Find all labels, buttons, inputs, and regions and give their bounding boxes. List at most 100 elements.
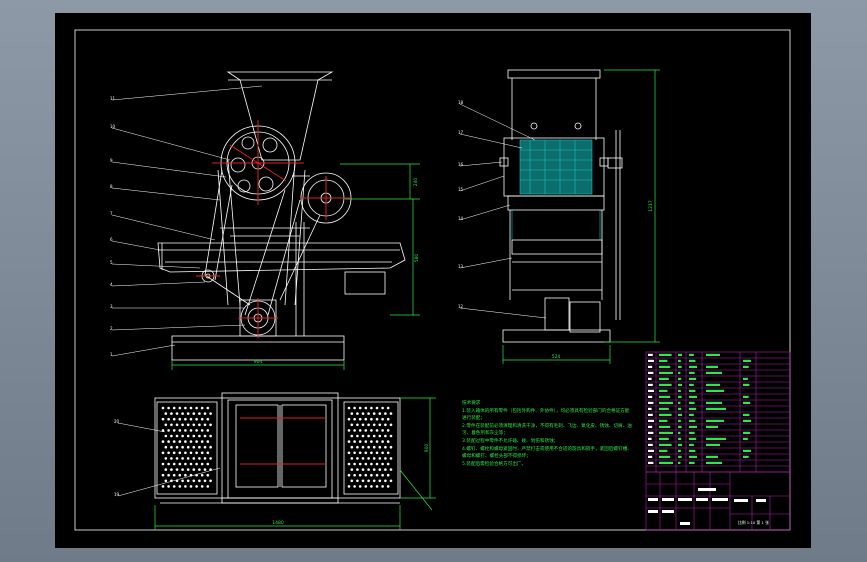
perforation-hole xyxy=(361,457,365,460)
parts-list-entry xyxy=(659,359,668,362)
perforation-hole xyxy=(389,457,393,460)
perforation-hole xyxy=(172,429,176,432)
perforation-hole xyxy=(178,485,182,488)
side-view-dim-text: 1217 524 xyxy=(552,200,654,360)
parts-list-entry xyxy=(689,443,694,446)
perforation-hole xyxy=(358,473,362,477)
perforation-hole xyxy=(164,423,168,427)
parts-list-entry xyxy=(648,437,652,440)
perforation-hole xyxy=(195,440,198,443)
parts-list-entry xyxy=(678,401,681,404)
perforation-hole xyxy=(192,445,196,449)
perforation-hole xyxy=(356,412,359,415)
perforation-hole xyxy=(167,417,170,421)
perforation-hole xyxy=(347,417,351,421)
perforation-hole xyxy=(178,473,182,477)
perforation-hole xyxy=(381,451,384,455)
side-label-18: 18 xyxy=(458,100,464,105)
perforation-hole xyxy=(206,417,210,421)
perforation-hole xyxy=(370,440,373,443)
parts-list-entry xyxy=(706,383,720,386)
perforation-hole xyxy=(372,445,376,449)
perforation-hole xyxy=(381,417,384,421)
parts-list-entry xyxy=(648,449,654,452)
parts-list-entry xyxy=(706,455,718,458)
perforation-hole xyxy=(181,423,184,427)
perforation-hole xyxy=(353,406,356,410)
perforation-hole xyxy=(361,479,365,483)
note-1: 1.装入箱体的所有零件（包括外购件、外协件），均必须具有检验部门的合格证方能进行… xyxy=(462,408,630,422)
perforation-hole xyxy=(375,485,379,488)
parts-list-entry xyxy=(743,449,751,452)
perforation-hole xyxy=(347,429,351,432)
perforation-hole xyxy=(161,440,165,443)
note-2: 2.零件在装配前必须清理和清洗干净，不得有毛刺、飞边、氧化皮、锈蚀、切屑、油污、… xyxy=(462,423,632,437)
perforation-hole xyxy=(184,417,187,421)
perforation-hole xyxy=(350,434,354,438)
perforation-hole xyxy=(178,440,182,443)
perforation-hole xyxy=(372,457,376,460)
perforation-hole xyxy=(358,440,362,443)
parts-list-entry xyxy=(689,431,695,434)
perforation-hole xyxy=(189,451,193,455)
parts-list-entry xyxy=(648,461,654,464)
perforation-hole xyxy=(375,429,379,432)
perforation-hole xyxy=(353,429,356,432)
perforation-hole xyxy=(367,445,370,449)
perforation-hole xyxy=(164,457,168,460)
perforation-hole xyxy=(378,457,382,460)
parts-list-entry xyxy=(689,425,697,428)
parts-list-entry xyxy=(659,431,673,434)
perforation-hole xyxy=(206,462,210,466)
perforation-hole xyxy=(356,457,359,460)
side-view-hatch xyxy=(511,139,601,240)
perforation-hole xyxy=(206,440,210,443)
parts-list-entry xyxy=(706,407,726,410)
parts-list-entry xyxy=(648,419,654,422)
parts-list-entry xyxy=(648,401,654,404)
perforation-hole xyxy=(206,429,210,432)
perforation-hole xyxy=(200,440,204,443)
perforation-hole xyxy=(206,473,210,477)
perforation-hole xyxy=(189,417,193,421)
perforation-hole xyxy=(347,451,351,455)
parts-list-marks xyxy=(648,353,751,464)
perforation-hole xyxy=(178,406,182,410)
parts-list-entry xyxy=(659,461,673,464)
perforation-hole xyxy=(164,445,168,449)
perforation-hole xyxy=(189,462,193,466)
perforation-hole xyxy=(364,429,368,432)
parts-list-entry xyxy=(659,419,668,422)
perforation-hole xyxy=(178,451,182,455)
parts-list-entry xyxy=(706,389,724,392)
parts-list-entry xyxy=(689,413,694,416)
perforation-hole xyxy=(378,434,382,438)
perforation-hole xyxy=(386,406,390,410)
perforation-hole xyxy=(200,417,204,421)
parts-list-entry xyxy=(678,437,682,440)
perforation-hole xyxy=(175,468,179,471)
perforation-hole xyxy=(172,485,176,488)
perforation-hole xyxy=(186,457,190,460)
front-label-2: 2 xyxy=(110,326,113,331)
side-frame xyxy=(507,195,605,211)
perforation-hole xyxy=(170,457,173,460)
perforation-hole xyxy=(161,473,165,477)
parts-list-entry xyxy=(678,449,681,452)
perforation-hole xyxy=(200,451,204,455)
perforation-hole xyxy=(353,451,356,455)
side-view xyxy=(499,69,623,343)
perforation-hole xyxy=(364,406,368,410)
parts-list-entry xyxy=(689,383,694,386)
parts-list-entry xyxy=(659,407,669,410)
perforation-hole xyxy=(347,406,351,410)
parts-list-entry xyxy=(706,401,722,404)
perforation-hole xyxy=(386,462,390,466)
perforation-hole xyxy=(206,406,210,410)
perforation-hole xyxy=(347,473,351,477)
parts-list-entry xyxy=(659,371,673,374)
parts-list-entry xyxy=(706,365,718,368)
perforation-hole xyxy=(389,434,393,438)
perforation-hole xyxy=(192,423,196,427)
parts-list-entry xyxy=(678,443,682,446)
